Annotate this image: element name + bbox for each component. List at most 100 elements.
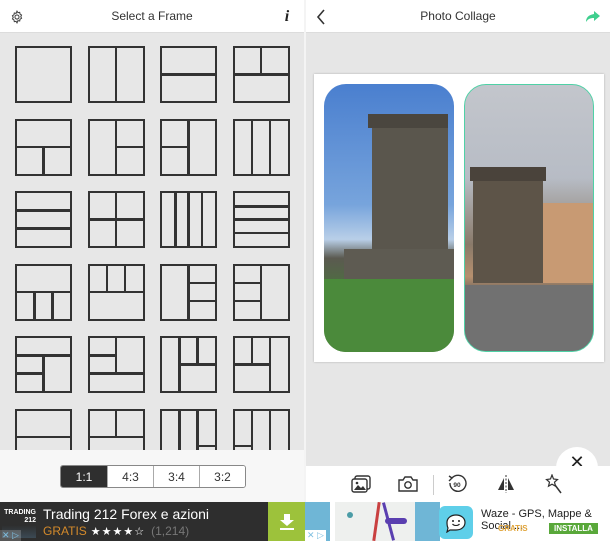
frame-option-three-horizontal[interactable] [15, 191, 72, 248]
adchoices-icon[interactable]: ✕ ▷ [305, 530, 326, 541]
frame-option-four-grid[interactable] [87, 191, 145, 248]
frame-option-one-top-two-bottom[interactable] [15, 118, 72, 176]
frame-option-one-left-two-right[interactable] [87, 118, 145, 176]
frame-option-one-top-three-bottom[interactable] [15, 263, 72, 321]
frame-option-mixed-d[interactable] [232, 336, 290, 393]
frame-selector-panel: Select a Frame i 1:1 4:3 3:4 3:2 [0, 0, 304, 502]
frame-divider-line [17, 372, 44, 375]
frame-divider-line [188, 281, 215, 285]
frame-option-four-vertical[interactable] [160, 191, 217, 248]
photo-slot-2-selected[interactable] [464, 84, 594, 352]
frame-divider-line [89, 354, 116, 357]
frame-divider-line [187, 193, 190, 246]
share-arrow-icon [586, 10, 600, 22]
frame-divider-line [17, 435, 70, 439]
ratio-option-4-3[interactable]: 4:3 [107, 466, 153, 487]
frame-option-mixed-c[interactable] [160, 336, 217, 393]
settings-button[interactable] [2, 0, 32, 33]
flip-button[interactable] [493, 472, 519, 496]
frame-option-two-left-one-right[interactable] [160, 118, 217, 176]
map-thumbnail [335, 502, 415, 541]
frame-divider-line [187, 265, 190, 319]
photo-slot-1[interactable] [324, 84, 454, 352]
magic-wand-icon [545, 474, 562, 494]
frame-option-two-top-one-bottom[interactable] [232, 46, 290, 103]
frame-divider-line [116, 145, 143, 149]
gallery-button[interactable] [348, 472, 374, 496]
frame-divider-line [105, 265, 109, 292]
frame-divider-line [42, 147, 45, 174]
frame-divider-line [196, 338, 199, 365]
back-button[interactable] [306, 0, 336, 33]
frame-divider-line [234, 281, 261, 285]
collage-canvas [314, 74, 604, 362]
share-button[interactable] [578, 0, 608, 33]
castle-facade [543, 203, 593, 283]
frame-divider-line [114, 410, 118, 437]
rotate-button[interactable]: 90 [444, 472, 470, 496]
ratio-option-3-4[interactable]: 3:4 [153, 466, 199, 487]
frame-option-two-vertical[interactable] [87, 46, 145, 103]
frame-divider-line [17, 290, 70, 294]
download-button[interactable] [268, 502, 305, 541]
frame-option-three-left-one-right[interactable] [232, 263, 290, 321]
frame-divider-line [17, 209, 70, 212]
magic-wand-button[interactable] [542, 472, 568, 496]
frame-divider-line [162, 145, 189, 149]
ad-banner-trading212[interactable]: TRADING 212 ✕ ▷ Trading 212 Forex e azion… [0, 502, 305, 541]
ad-title: Trading 212 Forex e azioni [43, 506, 210, 522]
ratio-option-1-1[interactable]: 1:1 [61, 466, 107, 487]
frame-divider-line [200, 193, 203, 246]
aspect-ratio-selector: 1:1 4:3 3:4 3:2 [60, 465, 246, 488]
editor-toolbar: 90 [306, 466, 610, 502]
frame-divider-line [89, 218, 143, 221]
castle-wall [344, 249, 454, 279]
page-title: Photo Collage [420, 9, 496, 23]
frame-divider-line [250, 120, 254, 174]
camera-icon [398, 476, 418, 492]
ad-banner-waze[interactable]: ✕ ▷ Waze - GPS, Mappe & Social ... GRATI… [305, 502, 610, 541]
page-title: Select a Frame [111, 9, 193, 23]
adchoices-icon[interactable]: ✕ ▷ [0, 530, 21, 541]
frame-divider-line [123, 265, 127, 292]
frame-divider-line [197, 444, 215, 448]
frame-option-two-horizontal[interactable] [160, 46, 217, 103]
castle-tower-image [473, 173, 543, 283]
ad-image-strip [415, 502, 440, 541]
castle-battlement [368, 114, 448, 128]
ratio-option-3-2[interactable]: 3:2 [199, 466, 245, 487]
frame-divider-line [234, 299, 261, 303]
frame-divider-line [234, 218, 288, 221]
frame-option-three-top-one-bottom[interactable] [87, 263, 145, 321]
gear-icon [11, 9, 23, 24]
frame-divider-line [33, 292, 36, 319]
frame-option-three-vertical[interactable] [232, 118, 290, 176]
info-icon: i [284, 7, 290, 25]
castle-battlement [470, 167, 546, 181]
rating-count: (1,214) [151, 524, 190, 538]
frame-divider-line [250, 338, 254, 365]
frame-divider-line [188, 299, 215, 303]
frame-option-mixed-a[interactable] [15, 336, 72, 393]
waze-logo [439, 506, 473, 539]
info-button[interactable]: i [272, 0, 302, 33]
frame-divider-line [89, 290, 143, 294]
download-icon [279, 513, 294, 530]
gallery-icon [351, 475, 371, 493]
ad-subtitle: GRATIS ★★★★☆ (1,214) [43, 524, 189, 538]
frame-option-four-horizontal[interactable] [232, 191, 290, 248]
frame-divider-line [234, 205, 288, 208]
rotate-90-icon: 90 [448, 474, 467, 492]
frame-divider-line [114, 48, 118, 101]
frame-selector-header: Select a Frame i [0, 0, 304, 33]
camera-button[interactable] [395, 472, 421, 496]
ad-price: GRATIS [43, 524, 87, 538]
frame-option-one-left-three-right[interactable] [160, 263, 217, 321]
pavement [465, 285, 593, 351]
frame-divider-line [259, 265, 263, 319]
frame-option-mixed-b[interactable] [87, 336, 145, 393]
rating-stars: ★★★★☆ [90, 526, 146, 538]
frame-option-single[interactable] [15, 46, 72, 103]
frame-divider-line [174, 193, 177, 246]
install-button[interactable]: INSTALLA [549, 523, 598, 534]
